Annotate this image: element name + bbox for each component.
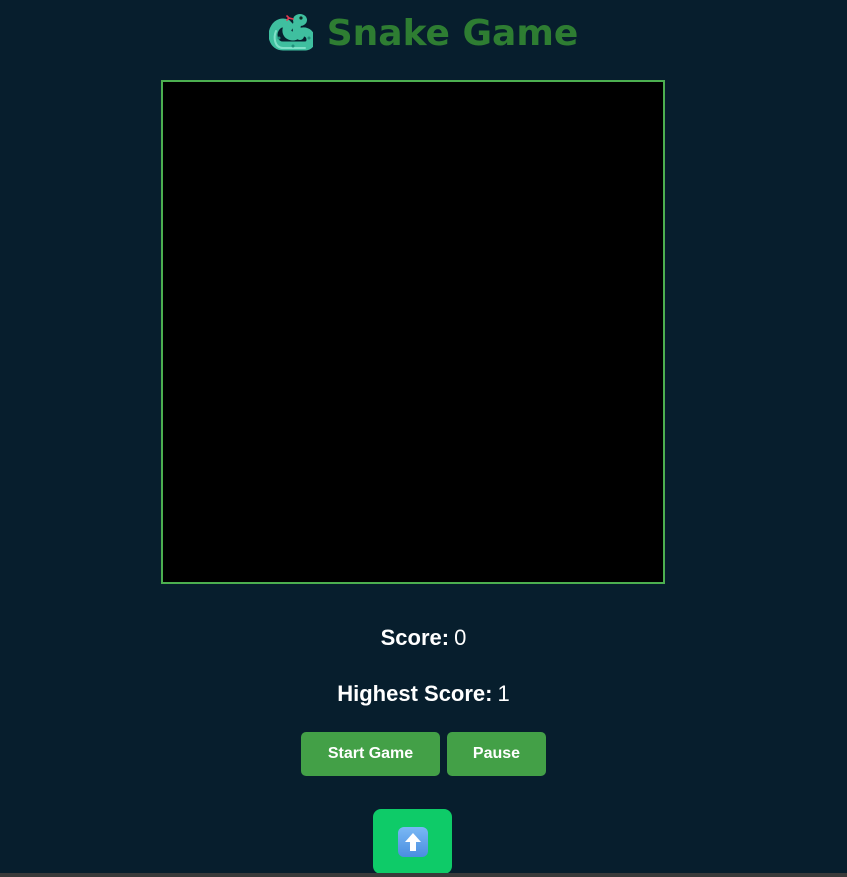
up-arrow-icon xyxy=(397,826,428,857)
highest-score-label: Highest Score: xyxy=(337,681,493,706)
bottom-edge xyxy=(0,873,847,877)
page-title: Snake Game xyxy=(326,12,579,54)
game-board[interactable] xyxy=(161,80,665,584)
snake-icon xyxy=(268,10,313,54)
page: Snake Game Score: 0 Highest Score: 1 Start… xyxy=(0,0,847,877)
start-game-button[interactable]: Start Game xyxy=(301,732,440,776)
scroll-top-button[interactable] xyxy=(373,809,452,874)
score-value: 0 xyxy=(454,625,467,650)
header: Snake Game xyxy=(0,8,847,56)
pause-button[interactable]: Pause xyxy=(447,732,546,776)
score-display: Score: 0 xyxy=(0,624,847,652)
game-controls: Start Game Pause xyxy=(0,732,847,776)
highest-score-display: Highest Score: 1 xyxy=(0,680,847,708)
highest-score-value: 1 xyxy=(497,681,510,706)
score-label: Score: xyxy=(380,625,450,650)
